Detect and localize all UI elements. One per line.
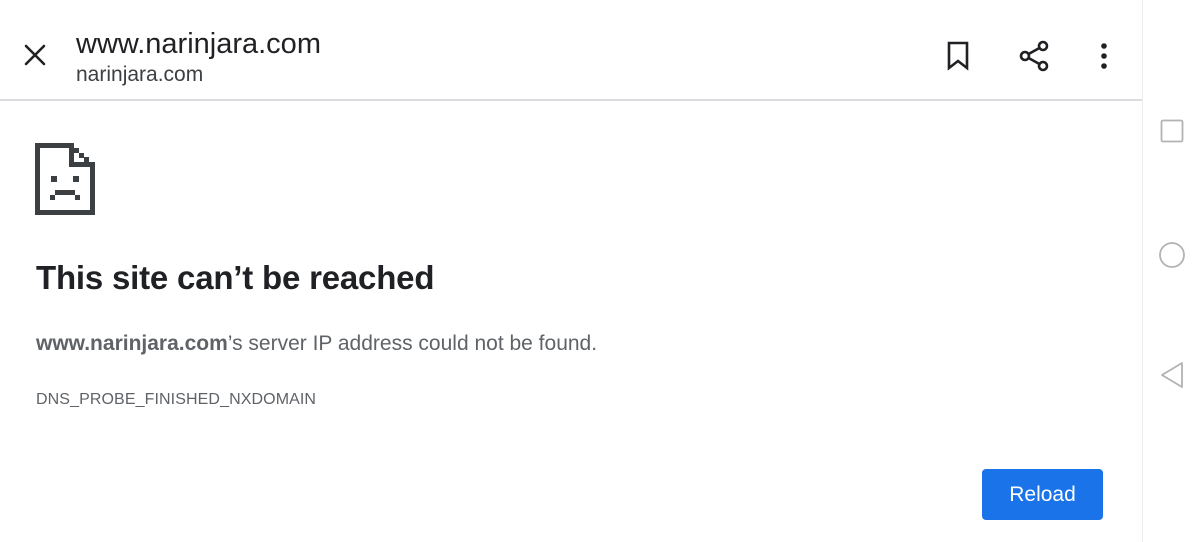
more-vert-icon (1101, 43, 1107, 69)
system-navigation-bar (1142, 0, 1200, 542)
sad-page-icon (35, 143, 95, 215)
browser-window: www.narinjara.com narinjara.com This sit… (0, 0, 1142, 542)
error-heading: This site can’t be reached (36, 259, 435, 296)
error-host: www.narinjara.com (36, 332, 228, 355)
share-icon (1019, 40, 1049, 72)
error-message-text: ’s server IP address could not be found. (227, 332, 598, 355)
recent-apps-icon (1160, 119, 1184, 143)
error-message: www.narinjara.com’s server IP address co… (36, 331, 597, 357)
back-button[interactable] (1157, 360, 1187, 390)
bookmark-icon (947, 41, 969, 71)
back-icon (1161, 362, 1183, 388)
more-options-button[interactable] (1087, 38, 1121, 74)
bookmark-button[interactable] (941, 38, 975, 74)
error-page: This site can’t be reached www.narinjara… (0, 103, 1142, 542)
error-code: DNS_PROBE_FINISHED_NXDOMAIN (36, 391, 317, 408)
reload-button[interactable]: Reload (982, 469, 1103, 520)
home-icon (1159, 242, 1185, 268)
close-icon (24, 44, 46, 66)
recent-apps-button[interactable] (1157, 116, 1187, 146)
page-title: www.narinjara.com (76, 28, 321, 60)
share-button[interactable] (1018, 38, 1052, 74)
page-url[interactable]: narinjara.com (76, 63, 203, 87)
home-button[interactable] (1157, 240, 1187, 270)
custom-tab-toolbar: www.narinjara.com narinjara.com (0, 0, 1142, 101)
close-button[interactable] (18, 38, 52, 72)
